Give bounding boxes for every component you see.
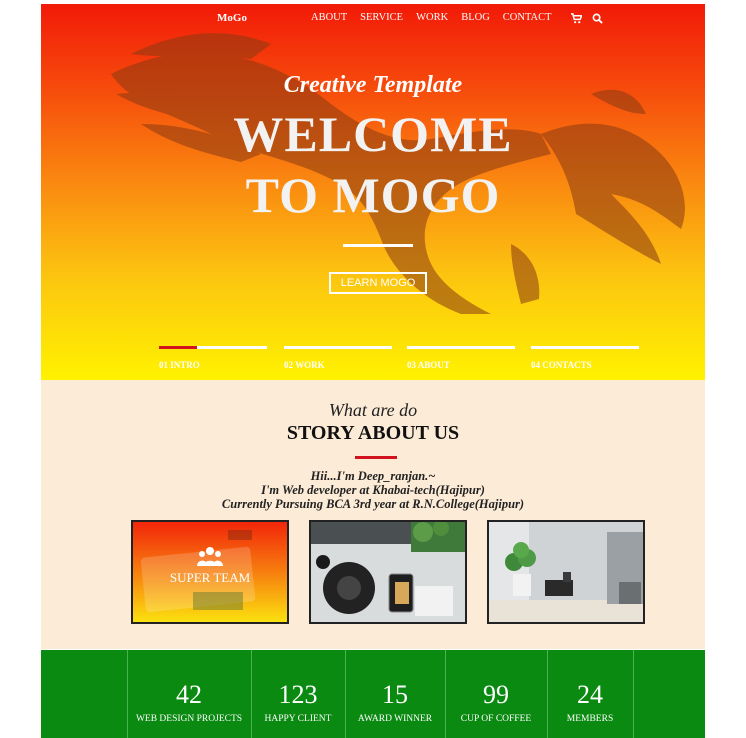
top-nav: MoGo ABOUT SERVICE WORK BLOG CONTACT <box>41 12 705 32</box>
hero-title-line-1: WELCOME <box>233 106 513 162</box>
stat-web-design-projects: 42 WEB DESIGN PROJECTS <box>127 650 251 738</box>
slide-tab-label: 02 WORK <box>284 360 325 370</box>
slide-tab-label: 01 INTRO <box>159 360 200 370</box>
card-super-team[interactable]: SUPER TEAM <box>131 520 289 624</box>
page: MoGo ABOUT SERVICE WORK BLOG CONTACT Cre… <box>41 4 705 738</box>
hero-slider-tabs: 01 INTRO 02 WORK 03 ABOUT 04 CONTACTS <box>159 346 641 376</box>
nav-link-service[interactable]: SERVICE <box>360 12 403 23</box>
search-icon[interactable] <box>592 13 603 24</box>
card-label: SUPER TEAM <box>169 570 251 585</box>
slide-tab-work[interactable]: 02 WORK <box>284 346 392 370</box>
slide-progress-bar <box>284 346 392 349</box>
about-title: STORY ABOUT US <box>286 422 460 444</box>
stat-members: 24 MEMBERS <box>547 650 633 738</box>
bio-line: Currently Pursuing BCA 3rd year at R.N.C… <box>221 497 525 511</box>
hero-title-line-2: TO MOGO <box>245 167 501 223</box>
stat-label: HAPPY CLIENT <box>264 714 332 724</box>
workspace-photo <box>311 522 465 622</box>
about-divider <box>355 456 397 459</box>
hero-subtitle: Creative Template <box>283 72 463 98</box>
nav-link-about[interactable]: ABOUT <box>311 12 347 23</box>
slide-tab-label: 04 CONTACTS <box>531 360 592 370</box>
stat-value: 99 <box>483 680 509 709</box>
bio-line: Hii...I'm Deep_ranjan.~ <box>310 469 436 483</box>
stat-label: CUP OF COFFEE <box>460 714 532 724</box>
stat-cup-of-coffee: 99 CUP OF COFFEE <box>445 650 547 738</box>
slide-tab-intro[interactable]: 01 INTRO <box>159 346 267 370</box>
stat-award-winner: 15 AWARD WINNER <box>345 650 445 738</box>
slide-tab-about[interactable]: 03 ABOUT <box>407 346 515 370</box>
nav-link-contact[interactable]: CONTACT <box>503 12 552 23</box>
stat-label: AWARD WINNER <box>357 714 433 724</box>
learn-mogo-button[interactable]: LEARN MOGO <box>329 272 427 294</box>
stat-value: 15 <box>382 680 408 709</box>
stat-happy-client: 123 HAPPY CLIENT <box>251 650 345 738</box>
card-workspace[interactable] <box>309 520 467 624</box>
slide-progress-bar <box>407 346 515 349</box>
slide-tab-contacts[interactable]: 04 CONTACTS <box>531 346 639 370</box>
about-kicker: What are do <box>328 400 418 420</box>
hero-title: WELCOME TO MOGO <box>41 104 705 226</box>
stat-label: WEB DESIGN PROJECTS <box>135 714 243 724</box>
desk-photo <box>489 522 643 622</box>
hero-divider <box>343 244 413 247</box>
bio-line: I'm Web developer at Khabai-tech(Hajipur… <box>261 483 485 497</box>
stat-value: 123 <box>278 680 318 709</box>
cart-icon[interactable] <box>571 13 582 24</box>
about-bio: Hii...I'm Deep_ranjan.~ I'm Web develope… <box>41 469 705 511</box>
stat-value: 42 <box>176 680 202 709</box>
stat-value: 24 <box>577 680 603 709</box>
brand-logo[interactable]: MoGo <box>217 12 247 24</box>
card-desk[interactable] <box>487 520 645 624</box>
slide-tab-label: 03 ABOUT <box>407 360 450 370</box>
nav-link-blog[interactable]: BLOG <box>461 12 490 23</box>
slide-progress-bar <box>531 346 639 349</box>
team-icon <box>197 547 223 566</box>
nav-links: ABOUT SERVICE WORK BLOG CONTACT <box>311 12 565 23</box>
stats-section: 42 WEB DESIGN PROJECTS 123 HAPPY CLIENT … <box>41 650 705 738</box>
stats-divider <box>633 650 634 738</box>
slide-progress-bar <box>159 346 267 349</box>
nav-link-work[interactable]: WORK <box>416 12 448 23</box>
hero-section: MoGo ABOUT SERVICE WORK BLOG CONTACT Cre… <box>41 4 705 380</box>
stat-label: MEMBERS <box>566 714 614 724</box>
slide-progress-fill <box>159 346 197 349</box>
about-section: What are do STORY ABOUT US Hii...I'm Dee… <box>41 380 705 649</box>
